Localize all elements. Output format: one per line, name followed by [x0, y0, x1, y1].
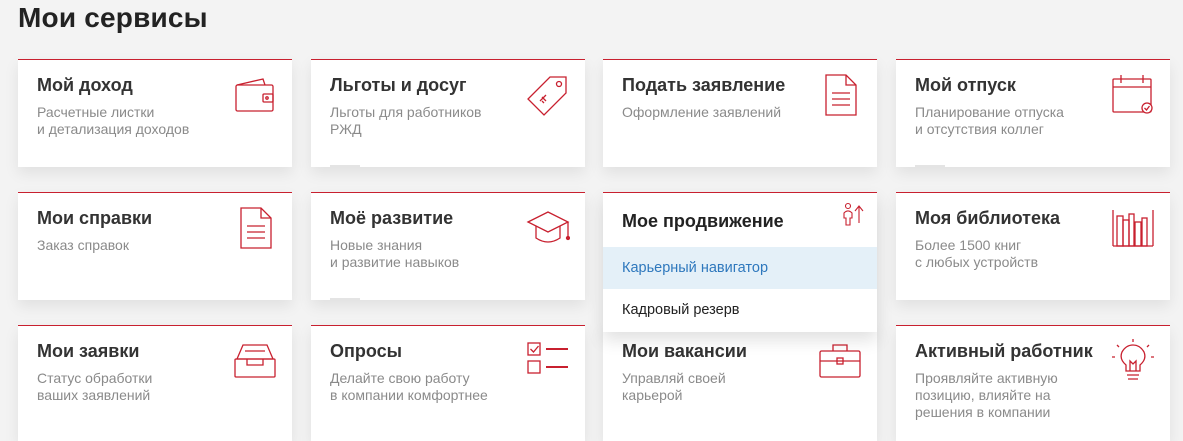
service-card-my-promotion[interactable]: Мое продвижение Карьерный навигатор Кадр… — [603, 192, 877, 332]
service-card-my-vacancies[interactable]: Мои вакансии Управляй своей карьерой — [603, 325, 877, 441]
service-card-my-development[interactable]: Моё развитие Новые знания и развитие навы… — [311, 192, 585, 300]
service-card-my-income[interactable]: Мой доход Расчетные листки и детализация … — [18, 59, 292, 167]
checklist-icon — [526, 339, 570, 383]
wallet-icon — [233, 73, 277, 117]
card-title: Мои справки — [37, 208, 153, 228]
document-icon — [818, 73, 862, 117]
menu-item-personnel-reserve[interactable]: Кадровый резерв — [603, 289, 877, 331]
card-description: Оформление заявлений — [622, 104, 782, 120]
scroll-indicator — [330, 165, 360, 167]
card-title: Мое продвижение — [622, 211, 784, 231]
menu-item-career-navigator[interactable]: Карьерный навигатор — [603, 247, 877, 289]
service-card-my-vacation[interactable]: Мой отпуск Планирование отпуска и отсутст… — [896, 59, 1170, 167]
card-description: Льготы для работников РЖД — [330, 104, 482, 137]
service-card-active-employee[interactable]: Активный работник Проявляйте активную поз… — [896, 325, 1170, 441]
card-title: Моя библиотека — [915, 208, 1061, 228]
card-title: Мой доход — [37, 75, 133, 95]
service-card-my-certificates[interactable]: Мои справки Заказ справок — [18, 192, 292, 300]
promotion-submenu: Карьерный навигатор Кадровый резерв — [603, 247, 877, 331]
card-title: Моё развитие — [330, 208, 454, 228]
card-description: Новые знания и развитие навыков — [330, 237, 460, 270]
page-title: Мои сервисы — [18, 2, 208, 33]
lightbulb-icon — [1111, 339, 1155, 383]
service-card-my-library[interactable]: Моя библиотека Более 1500 книг с любых ус… — [896, 192, 1170, 300]
career-growth-icon — [839, 201, 865, 227]
card-description: Статус обработки ваших заявлений — [37, 370, 153, 403]
inbox-tray-icon — [233, 339, 277, 383]
card-description: Заказ справок — [37, 237, 129, 253]
card-description: Расчетные листки и детализация доходов — [37, 104, 190, 137]
card-title: Льготы и досуг — [330, 75, 467, 95]
card-description: Делайте свою работу в компании комфортнее — [330, 370, 488, 403]
bookshelf-icon — [1111, 206, 1155, 250]
card-title: Опросы — [330, 341, 403, 361]
card-title: Подать заявление — [622, 75, 786, 95]
card-description: Проявляйте активную позицию, влияйте на ре… — [915, 370, 1058, 420]
briefcase-icon — [818, 339, 862, 383]
document-icon — [233, 206, 277, 250]
card-title: Активный работник — [915, 341, 1093, 361]
card-description: Планирование отпуска и отсутствия коллег — [915, 104, 1064, 137]
graduation-cap-icon — [526, 206, 570, 250]
card-title: Мои заявки — [37, 341, 140, 361]
scroll-indicator — [915, 165, 945, 167]
card-title: Мой отпуск — [915, 75, 1016, 95]
price-tag-icon — [526, 73, 570, 117]
service-card-surveys[interactable]: Опросы Делайте свою работу в компании ком… — [311, 325, 585, 441]
card-description: Управляй своей карьерой — [622, 370, 726, 403]
service-card-benefits[interactable]: Льготы и досуг Льготы для работников РЖД — [311, 59, 585, 167]
card-description: Более 1500 книг с любых устройств — [915, 237, 1039, 270]
card-title: Мои вакансии — [622, 341, 747, 361]
scroll-indicator — [330, 298, 360, 300]
calendar-check-icon — [1111, 73, 1155, 117]
service-card-submit-application[interactable]: Подать заявление Оформление заявлений — [603, 59, 877, 167]
service-card-my-requests[interactable]: Мои заявки Статус обработки ваших заявлен… — [18, 325, 292, 441]
